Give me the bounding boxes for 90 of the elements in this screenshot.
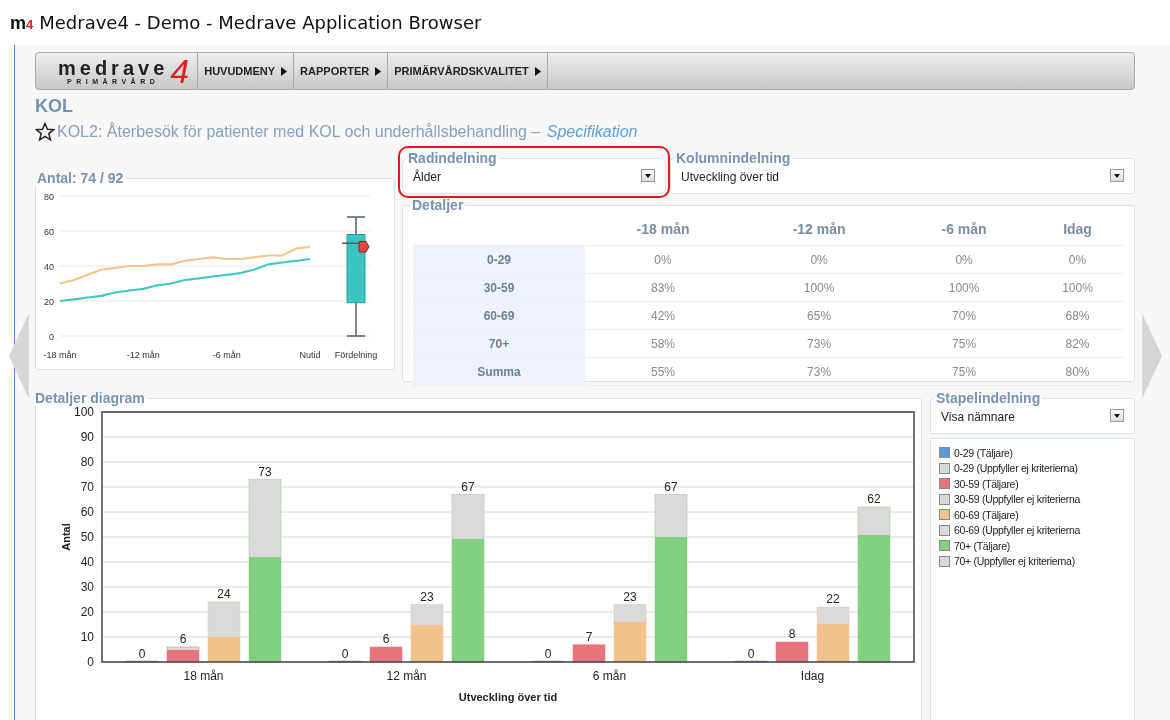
row-header: 30-59 (413, 273, 585, 302)
report-subtitle: KOL2: Återbesök för patienter med KOL och underhållsbehandling – (57, 123, 542, 141)
row-header: Summa (413, 357, 585, 386)
table-cell: 100% (741, 273, 898, 302)
table-cell: 55% (585, 357, 742, 386)
data-label: 0 (138, 647, 146, 661)
table-cell: 75% (897, 357, 1032, 386)
axis-label: 60 (80, 505, 94, 519)
data-label: 7 (585, 629, 593, 644)
table-cell: 0% (741, 245, 898, 274)
row-header: 60-69 (413, 301, 585, 330)
column-header: -6 mån (897, 213, 1032, 246)
data-label: 22 (826, 592, 840, 606)
legend-label: 70+ (Uppfyller ej kriterierna) (954, 555, 1075, 568)
row-header: 70+ (413, 329, 585, 358)
panel-title: Detaljer (411, 197, 465, 213)
axis-label: 30 (80, 580, 94, 594)
table-cell: 83% (585, 273, 742, 302)
data-label: 0 (341, 647, 349, 661)
axis-label: 90 (80, 430, 94, 444)
table-cell: 0% (1031, 245, 1124, 274)
axis-label: 20 (44, 297, 54, 307)
table-cell: 100% (1031, 273, 1124, 302)
axis-label: 70 (80, 480, 94, 494)
data-label: 6 (179, 632, 187, 646)
data-label: 6 (382, 632, 390, 646)
panel-title: Kolumnindelning (675, 150, 792, 166)
panel-title: Stapelindelning (935, 390, 1042, 406)
table-cell: 58% (585, 329, 742, 358)
panel-title: Antal: 74 / 92 (36, 170, 125, 186)
axis-label: 18 mån (183, 669, 224, 683)
legend-label: 30-59 (Täljare) (954, 477, 1019, 490)
column-header: -12 mån (741, 213, 898, 246)
table-cell: 68% (1031, 301, 1124, 330)
axis-label: Nutid (299, 350, 321, 360)
table-cell: 80% (1031, 357, 1124, 386)
panel-title: Detaljer diagram (34, 390, 146, 406)
axis-label: 60 (44, 227, 54, 237)
data-label: 8 (788, 627, 796, 641)
axis-label: 80 (44, 192, 54, 202)
data-label: 23 (623, 589, 637, 604)
axis-label: 10 (80, 630, 94, 644)
axis-label: 0 (49, 332, 54, 342)
legend-label: 60-69 (Täljare) (954, 508, 1019, 521)
axis-label: -18 mån (43, 350, 77, 360)
table-cell: 0% (585, 245, 742, 274)
axis-label: Fördelning (334, 350, 378, 360)
window-title: Medrave4 - Demo - Medrave Application Browser (39, 12, 482, 33)
axis-label: 80 (80, 455, 94, 469)
data-label: 23 (420, 589, 434, 604)
app-logo-icon: m4 (10, 13, 34, 32)
table-cell: 75% (897, 329, 1032, 358)
table-cell: 70% (897, 301, 1032, 330)
data-label: 0 (747, 647, 755, 661)
axis-label: -6 mån (212, 350, 241, 360)
page-title: KOL (35, 96, 74, 117)
panel-title: Radindelning (407, 150, 498, 166)
axis-label: 40 (44, 262, 54, 272)
data-label: 67 (461, 479, 475, 494)
table-cell: 73% (741, 329, 898, 358)
table-cell: 42% (585, 301, 742, 330)
axis-label: 50 (80, 530, 94, 544)
table-cell: 73% (741, 357, 898, 386)
legend-label: 0-29 (Täljare) (954, 446, 1013, 459)
data-label: 24 (217, 587, 231, 601)
legend-label: 70+ (Täljare) (954, 539, 1010, 552)
table-cell: 65% (741, 301, 898, 330)
axis-label: Idag (800, 669, 825, 683)
table-cell: 100% (897, 273, 1032, 302)
data-label: 0 (544, 647, 552, 661)
axis-label: 20 (80, 605, 94, 619)
data-label: 67 (664, 479, 678, 494)
axis-label: 6 mån (592, 669, 627, 683)
axis-title: Antal (60, 523, 72, 551)
legend-label: 0-29 (Uppfyller ej kriterierna) (954, 462, 1078, 475)
axis-title: Utveckling över tid (458, 691, 558, 703)
axis-label: -12 mån (126, 350, 160, 360)
column-header: -18 mån (585, 213, 742, 246)
data-label: 62 (867, 492, 881, 506)
column-header: Idag (1031, 213, 1124, 246)
axis-label: 0 (87, 655, 94, 669)
axis-label: 12 mån (386, 669, 427, 683)
axis-label: 40 (80, 555, 94, 569)
table-cell: 0% (897, 245, 1032, 274)
data-label: 73 (258, 464, 272, 479)
row-header: 0-29 (413, 245, 585, 274)
table-cell: 82% (1031, 329, 1124, 358)
legend-label: 30-59 (Uppfyller ej kriterierna (954, 493, 1081, 506)
legend-label: 60-69 (Uppfyller ej kriterierna (954, 524, 1081, 537)
axis-label: 100 (73, 406, 94, 419)
